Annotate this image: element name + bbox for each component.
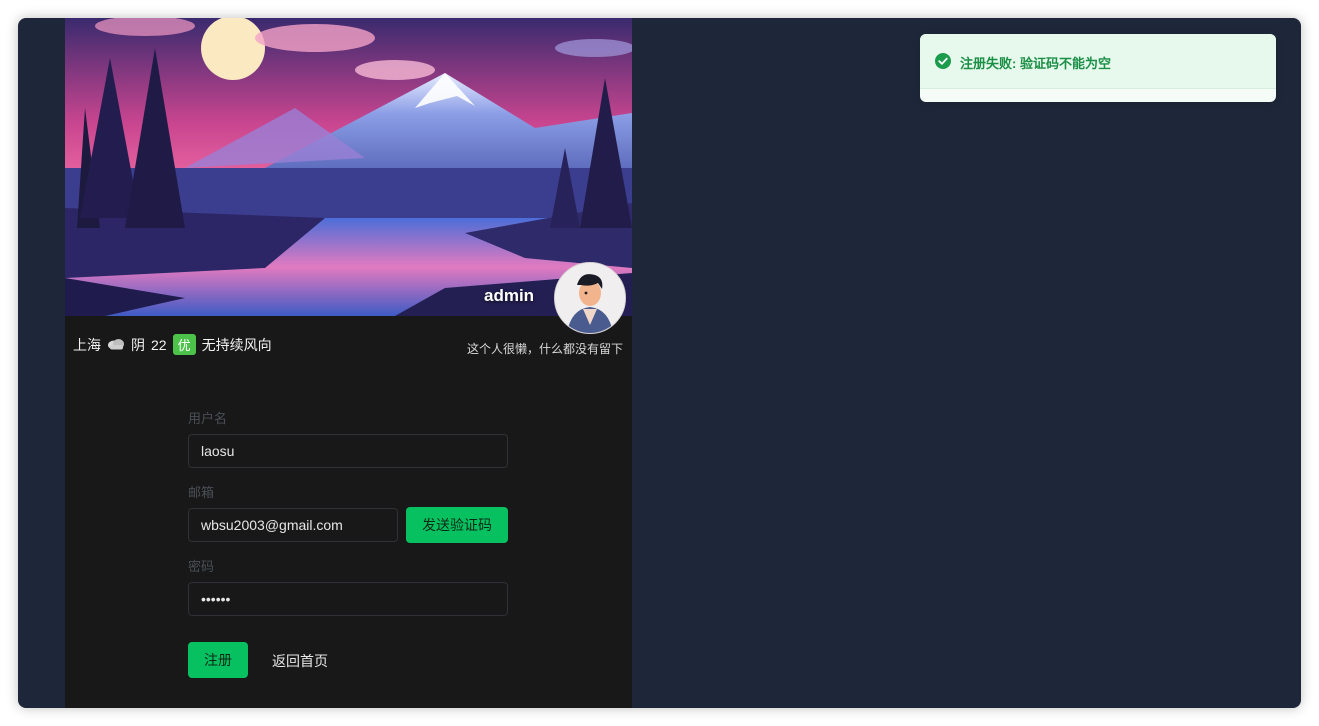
back-home-link[interactable]: 返回首页 [272, 651, 328, 671]
aqi-badge: 优 [172, 334, 196, 355]
avatar-illustration [555, 263, 625, 333]
email-label: 邮箱 [188, 485, 215, 500]
banner-landscape-image [65, 18, 632, 316]
toast-body: 注册失败: 验证码不能为空 [920, 34, 1276, 89]
register-panel: admin 上海 阴 22 优 无持续风向 这个人很懒，什么都没有留下 用户名 … [65, 18, 632, 708]
avatar[interactable] [554, 262, 626, 334]
password-input[interactable]: •••••• [188, 582, 508, 616]
error-toast: 注册失败: 验证码不能为空 [920, 34, 1276, 102]
weather-condition: 阴 [131, 336, 145, 353]
weather-city: 上海 [73, 336, 101, 353]
profile-bio: 这个人很懒，什么都没有留下 [466, 342, 623, 356]
weather-bar: 上海 阴 22 优 无持续风向 [73, 334, 272, 355]
cloud-icon [107, 337, 125, 353]
password-label: 密码 [188, 559, 215, 574]
register-button[interactable]: 注册 [188, 642, 248, 678]
app-window: admin 上海 阴 22 优 无持续风向 这个人很懒，什么都没有留下 用户名 … [18, 18, 1301, 708]
username-label: 用户名 [188, 411, 228, 426]
profile-banner [65, 18, 632, 316]
weather-wind: 无持续风向 [201, 336, 272, 353]
check-circle-icon [935, 53, 951, 69]
weather-temperature: 22 [151, 336, 167, 353]
send-code-button[interactable]: 发送验证码 [406, 507, 508, 543]
toast-message: 注册失败: 验证码不能为空 [960, 56, 1111, 71]
profile-username: admin [484, 286, 535, 305]
username-input[interactable]: laosu [188, 434, 508, 468]
email-input[interactable]: wbsu2003@gmail.com [188, 508, 398, 542]
